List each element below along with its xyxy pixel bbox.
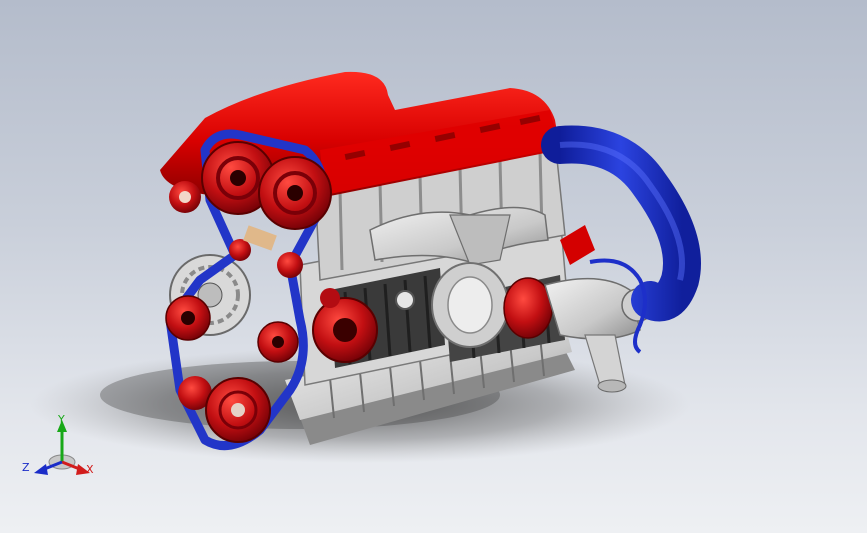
crank-pulley (205, 377, 271, 443)
triad-z-arrow (34, 464, 48, 475)
coordinate-triad: Y X Z (20, 412, 100, 482)
triad-y-label: Y (58, 413, 65, 426)
engine-model[interactable] (0, 0, 867, 533)
triad-x-label: X (86, 463, 94, 476)
cam-pulley-exhaust (258, 156, 332, 230)
triad-z-label: Z (22, 461, 30, 474)
graphics-viewport[interactable]: Y X Z (0, 0, 867, 533)
